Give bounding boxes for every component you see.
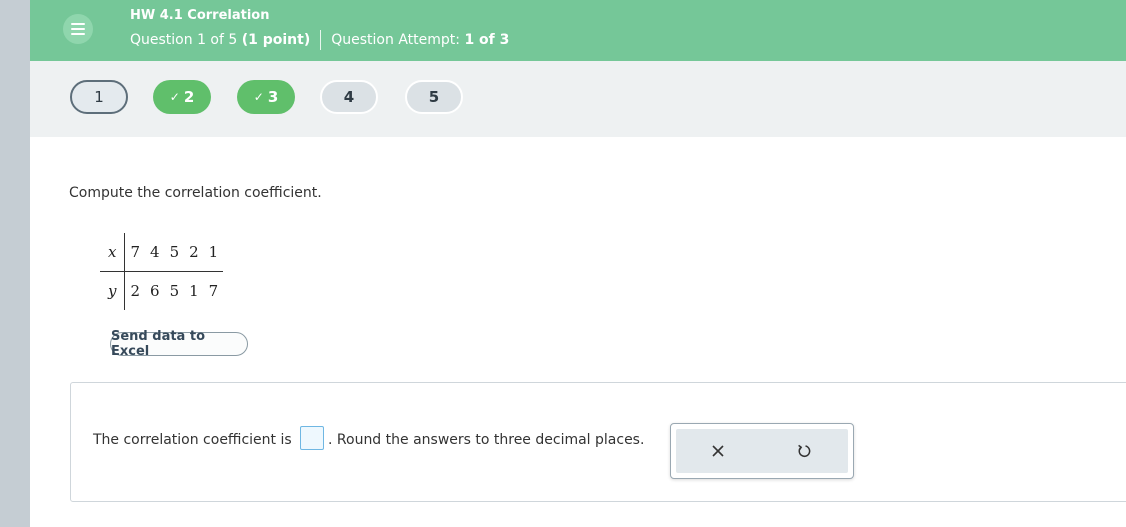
question-1-button[interactable]: 1	[70, 80, 128, 114]
x-label: x	[100, 233, 126, 272]
question-1-label: 1	[94, 88, 104, 106]
answer-tools-bar	[676, 429, 848, 473]
answer-tools-panel	[670, 423, 854, 479]
attempt-value: 1 of 3	[464, 32, 510, 48]
question-4-label: 4	[343, 88, 355, 106]
assignment-title: HW 4.1 Correlation	[130, 8, 270, 23]
question-2-label: 2	[183, 88, 195, 106]
question-navigation: 1 ✓ 2 ✓ 3 4 5	[30, 61, 1126, 137]
y-value: 7	[208, 282, 219, 300]
question-5-button[interactable]: 5	[405, 80, 463, 114]
x-value: 4	[145, 233, 165, 272]
header-divider	[320, 30, 322, 50]
table-row: y 2 6 5 1 7	[100, 271, 223, 310]
x-value: 1	[203, 233, 224, 272]
data-table: x 7 4 5 2 1 y 2 6 5 1 7	[100, 233, 224, 310]
clear-icon	[712, 445, 724, 457]
question-2-button[interactable]: ✓ 2	[153, 80, 211, 114]
left-sidebar-strip	[0, 0, 30, 527]
send-to-excel-button[interactable]: Send data to Excel	[110, 329, 248, 359]
y-value: 6	[150, 282, 160, 300]
answer-suffix-text: . Round the answers to three decimal pla…	[328, 432, 645, 448]
question-prompt: Compute the correlation coefficient.	[69, 185, 322, 201]
question-number: Question 1 of 5	[130, 32, 238, 48]
assignment-header: HW 4.1 Correlation Question 1 of 5 (1 po…	[30, 0, 1126, 61]
undo-icon	[798, 444, 811, 458]
menu-button[interactable]	[63, 14, 93, 44]
y-value: 5	[169, 282, 180, 300]
x-value: 2	[184, 233, 204, 272]
question-points: (1 point)	[241, 32, 311, 48]
check-icon: ✓	[169, 90, 180, 104]
attempt-label: Question Attempt:	[331, 32, 460, 48]
answer-prefix-text: The correlation coefficient is	[93, 432, 292, 448]
x-value: 5	[164, 233, 185, 272]
clear-button[interactable]	[704, 437, 732, 465]
question-3-button[interactable]: ✓ 3	[237, 80, 295, 114]
question-4-button[interactable]: 4	[320, 80, 378, 114]
x-value: 7	[124, 233, 146, 272]
y-label: y	[100, 271, 126, 310]
question-5-label: 5	[428, 88, 440, 106]
hamburger-menu-icon	[71, 23, 85, 35]
check-icon: ✓	[253, 90, 264, 104]
y-value: 2	[130, 282, 141, 300]
correlation-answer-input[interactable]	[300, 426, 324, 450]
undo-button[interactable]	[790, 437, 818, 465]
question-3-label: 3	[267, 88, 279, 106]
y-value: 1	[189, 282, 199, 300]
table-row: x 7 4 5 2 1	[100, 233, 224, 272]
question-info: Question 1 of 5 (1 point) Question Attem…	[130, 30, 509, 50]
